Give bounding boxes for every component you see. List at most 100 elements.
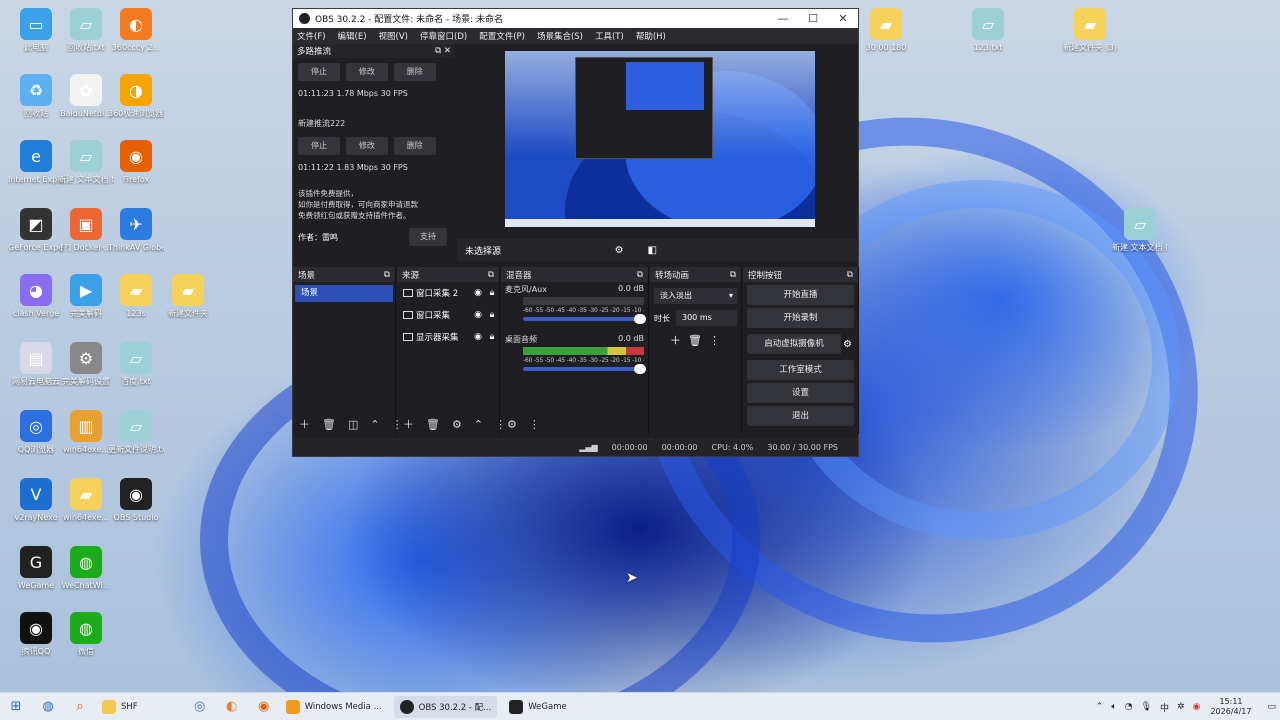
trash-icon[interactable]: 🗑︎	[322, 418, 336, 431]
studio-mode-button[interactable]: 工作室模式	[747, 360, 854, 380]
program-preview[interactable]	[505, 51, 815, 227]
desktop-icon[interactable]: ◕ clash Verge	[8, 274, 64, 319]
menu-file[interactable]: 文件(F)	[297, 30, 326, 42]
source-item[interactable]: 窗口采集 2 ◉ 🔒︎	[397, 282, 499, 304]
source-properties-icon[interactable]: ⚙	[615, 245, 624, 256]
desktop-icon[interactable]: ▰ 新建文件夹	[160, 274, 216, 319]
move-up-icon[interactable]: ⌃	[474, 418, 483, 431]
desktop-icon[interactable]: e Internet Explorer	[8, 140, 64, 185]
desktop-icon[interactable]: ✈ ThinkAV GlobeDown	[108, 208, 164, 253]
desktop-icon[interactable]: ◑ 360极速浏览器X	[108, 74, 164, 119]
trash-icon[interactable]: 🗑︎	[426, 418, 440, 431]
scene-item[interactable]: 场景	[295, 285, 393, 302]
source-item[interactable]: 显示器采集 ◉ 🔒︎	[397, 326, 499, 348]
lock-icon[interactable]: 🔒︎	[485, 332, 499, 342]
exit-button[interactable]: 退出	[747, 406, 854, 426]
source-item[interactable]: 窗口采集 ◉ 🔒︎	[397, 304, 499, 326]
desktop-icon[interactable]: ▤ 网易云电脑云	[8, 342, 64, 387]
transition-select[interactable]: 淡入淡出 ▾	[654, 288, 737, 304]
more-icon[interactable]: ⋮	[709, 334, 720, 347]
edit-button-2[interactable]: 修改	[345, 137, 388, 155]
slider-knob[interactable]	[634, 314, 646, 324]
duration-input[interactable]: 300 ms	[676, 310, 737, 326]
virtual-camera-button[interactable]: 启动虚拟摄像机	[747, 334, 842, 354]
search-icon[interactable]: ⌕	[70, 697, 90, 717]
desktop-icon[interactable]: ⚙ 完美解码设置	[58, 342, 114, 387]
speaker-icon[interactable]: 🔈︎	[1111, 702, 1116, 712]
lock-icon[interactable]: 🔒︎	[485, 310, 499, 320]
desktop-icon[interactable]: ◩ GeForce Experience	[8, 208, 64, 253]
menu-help[interactable]: 帮助(H)	[636, 30, 666, 42]
add-icon[interactable]: ＋	[670, 334, 681, 347]
filter-icon[interactable]: ◫	[348, 418, 358, 431]
undock-icon[interactable]: ⧉	[488, 270, 494, 280]
undock-icon[interactable]: ⧉	[637, 270, 643, 280]
desktop-icon[interactable]: ▥ win64exe...	[58, 410, 114, 455]
stop-button-2[interactable]: 停止	[298, 137, 340, 155]
gear-icon[interactable]: ⚙	[843, 339, 852, 350]
stop-button-1[interactable]: 停止	[298, 63, 340, 81]
lock-icon[interactable]: 🔒︎	[485, 288, 499, 298]
chevron-up-icon[interactable]: ⌃	[1096, 702, 1104, 712]
maximize-icon[interactable]: ☐	[798, 12, 828, 25]
taskbar-app-wegame[interactable]: WeGame	[503, 696, 572, 718]
desktop-icon[interactable]: ▱ 123.txt	[960, 8, 1016, 53]
undock-icon[interactable]: ⧉	[435, 46, 441, 56]
slider-knob[interactable]	[634, 364, 646, 374]
desktop-icon[interactable]: ◉ 腾讯QQ	[8, 612, 64, 657]
close-icon[interactable]: ✕	[828, 12, 858, 25]
add-icon[interactable]: ＋	[299, 416, 310, 432]
desktop-icon[interactable]: ▱ 更新文件说明.txt	[108, 410, 164, 455]
menu-profile[interactable]: 配置文件(P)	[479, 30, 525, 42]
desktop-icon[interactable]: ◐ 360cccy 2...	[108, 8, 164, 53]
antivirus-icon[interactable]: ◉	[1193, 702, 1201, 712]
menu-docks[interactable]: 停靠窗口(D)	[420, 30, 467, 42]
dock-close-icon[interactable]: ✕	[444, 46, 451, 56]
more-icon[interactable]: ⋮	[529, 418, 540, 431]
desktop-icon[interactable]: ◍ 微信	[58, 612, 114, 657]
menu-tools[interactable]: 工具(T)	[595, 30, 624, 42]
network-icon[interactable]: ◔	[1125, 702, 1133, 712]
taskbar-app-obs[interactable]: OBS 30.2.2 - 配...	[393, 695, 498, 718]
advanced-audio-icon[interactable]: ⚙	[507, 418, 517, 431]
desktop-icon[interactable]: ▱ 新建 文本文档 (3).txt	[1112, 208, 1168, 253]
eye-icon[interactable]: ◉	[471, 332, 485, 342]
undock-icon[interactable]: ⧉	[847, 270, 853, 280]
taskbar-app-media-player[interactable]: Windows Media ...	[280, 696, 388, 718]
browser-360-icon[interactable]: ◐	[222, 697, 242, 717]
input-method-icon[interactable]: 中	[1160, 701, 1169, 714]
undock-icon[interactable]: ⧉	[730, 270, 736, 280]
source-filters-icon[interactable]: ◧	[648, 245, 657, 256]
desktop-icon[interactable]: ▱ 百度.txt	[108, 342, 164, 387]
desktop-icon[interactable]: G WeGame	[8, 546, 64, 591]
trash-icon[interactable]: 🗑︎	[688, 334, 702, 347]
edge-icon[interactable]: ◍	[38, 697, 58, 717]
support-button[interactable]: 支持	[409, 228, 447, 246]
volume-slider[interactable]	[523, 314, 646, 324]
gear-icon[interactable]: ⚙	[452, 418, 462, 431]
delete-button-2[interactable]: 删除	[393, 137, 436, 155]
settings-tray-icon[interactable]: ✲	[1177, 702, 1185, 712]
menu-edit[interactable]: 编辑(E)	[338, 30, 367, 42]
eye-icon[interactable]: ◉	[471, 288, 485, 298]
eye-icon[interactable]: ◉	[471, 310, 485, 320]
menu-view[interactable]: 视图(V)	[379, 30, 408, 42]
desktop-icon[interactable]: ▣ [?] Docker-...	[58, 208, 114, 253]
desktop-icon[interactable]: ▭ 此电脑	[8, 8, 64, 53]
obs-titlebar[interactable]: OBS 30.2.2 - 配置文件: 未命名 - 场景: 未命名 — ☐ ✕	[293, 9, 858, 28]
settings-button[interactable]: 设置	[747, 383, 854, 403]
undock-icon[interactable]: ⧉	[384, 270, 390, 280]
desktop-icon[interactable]: ◉ Firefox	[108, 140, 164, 185]
desktop-icon[interactable]: ▶ 完美解码	[58, 274, 114, 319]
desktop-icon[interactable]: ▰ 新建文件夹 (3)	[1062, 8, 1118, 53]
firefox-icon[interactable]: ◉	[254, 697, 274, 717]
desktop-icon[interactable]: ▰ 30 00 180	[858, 8, 914, 53]
move-up-icon[interactable]: ⌃	[370, 418, 379, 431]
desktop-icon[interactable]: ◉ OBS Studio	[108, 478, 164, 523]
desktop-icon[interactable]: Vv2rayNexe	[8, 478, 64, 523]
start-icon[interactable]: ⊞	[6, 697, 26, 717]
start-streaming-button[interactable]: 开始直播	[747, 285, 854, 305]
desktop-icon[interactable]: ♻ 回收站	[8, 74, 64, 119]
delete-button-1[interactable]: 删除	[393, 63, 436, 81]
menu-scene-collection[interactable]: 场景集合(S)	[537, 30, 583, 42]
